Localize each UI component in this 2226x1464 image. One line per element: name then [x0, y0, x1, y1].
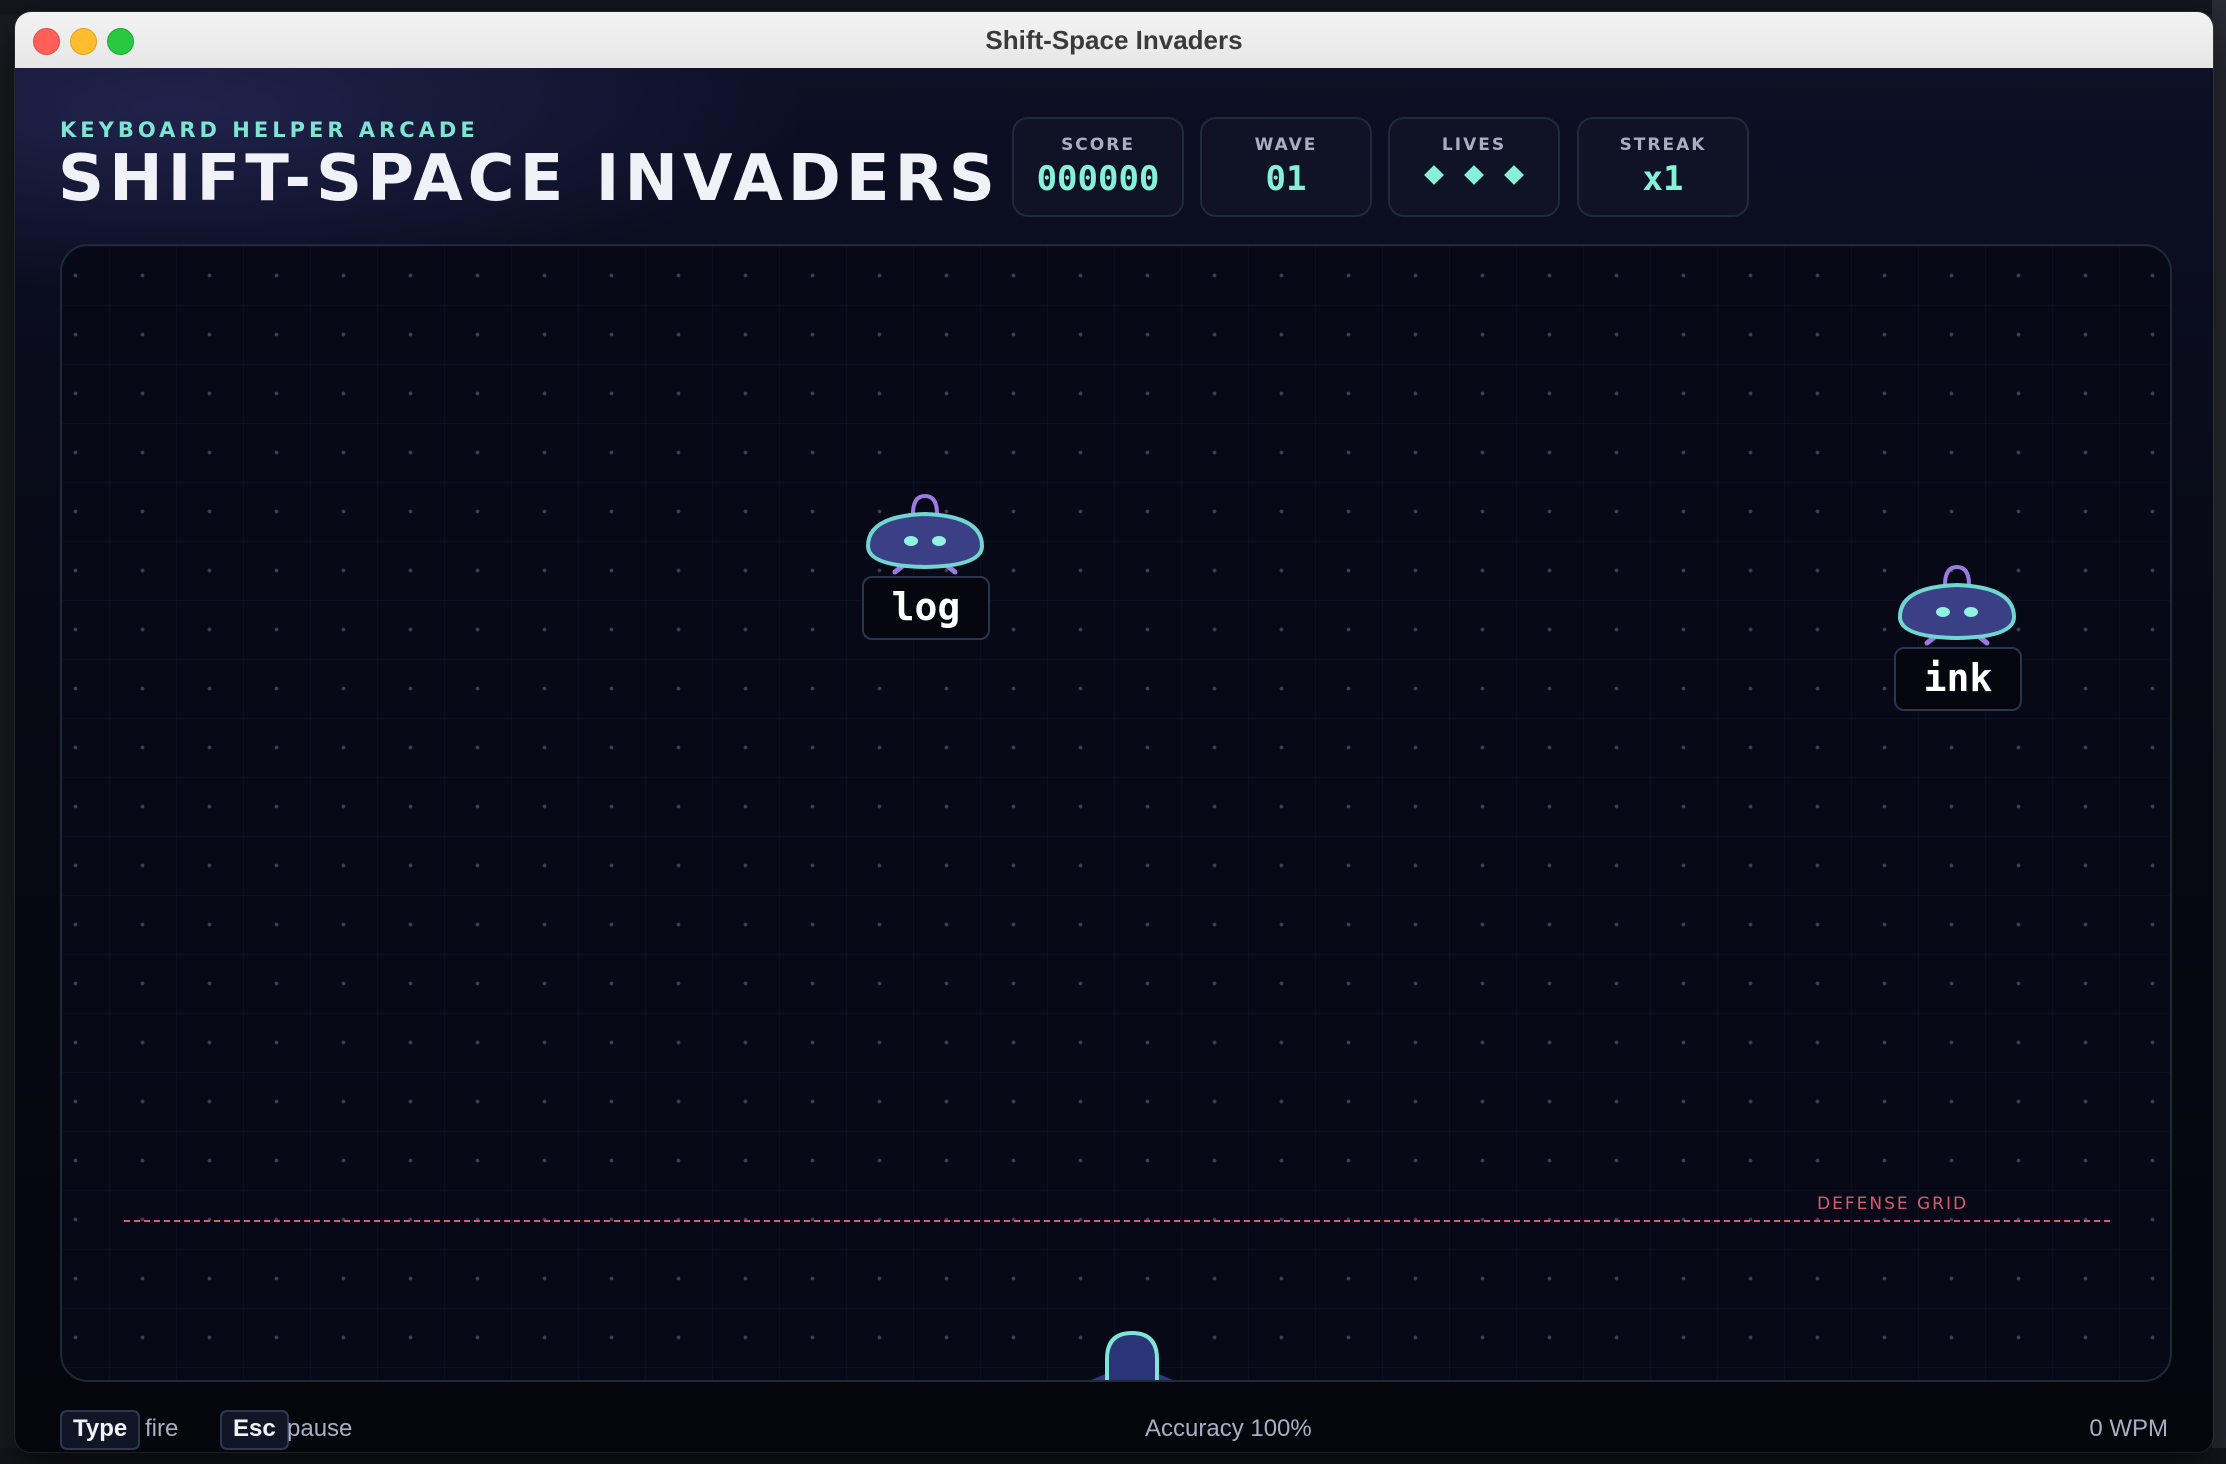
score-value: 000000 [1036, 159, 1160, 199]
score-panel: SCORE 000000 [1012, 117, 1184, 217]
invader-ship-icon [1897, 564, 2017, 646]
life-diamond-icon [1424, 165, 1444, 185]
header-kicker: KEYBOARD HELPER ARCADE [60, 118, 479, 142]
defense-grid-line [124, 1220, 2110, 1222]
playfield[interactable]: log ink DEFENSE GRID [60, 244, 2172, 1382]
pause-key-desc: pause [287, 1415, 353, 1442]
lives-label: LIVES [1441, 135, 1507, 155]
desktop-background-right [2212, 0, 2226, 1464]
player-ship-icon [1091, 1331, 1173, 1380]
life-diamond-icon [1504, 165, 1524, 185]
streak-value: x1 [1642, 159, 1684, 199]
wave-panel: WAVE 01 [1200, 117, 1372, 217]
window-titlebar[interactable]: Shift-Space Invaders [15, 12, 2213, 69]
wpm-readout: 0 WPM [2089, 1415, 2168, 1442]
fire-key-hint: Type [60, 1410, 141, 1450]
accuracy-readout: Accuracy 100% [1145, 1415, 1312, 1442]
wave-value: 01 [1265, 159, 1307, 199]
game-title: SHIFT-SPACE INVADERS [58, 142, 1000, 216]
game-app: KEYBOARD HELPER ARCADE SHIFT-SPACE INVAD… [15, 68, 2213, 1452]
invader: log [855, 486, 995, 640]
fire-key-desc: fire [145, 1415, 179, 1442]
streak-panel: STREAK x1 [1577, 117, 1749, 217]
lives-panel: LIVES [1388, 117, 1560, 217]
invader-word: log [862, 576, 990, 640]
invader-word: ink [1894, 647, 2022, 711]
footer-bar: Type fire Esc pause Accuracy 100% 0 WPM [15, 1410, 2213, 1450]
pause-key-hint: Esc [220, 1410, 289, 1450]
life-diamond-icon [1464, 165, 1484, 185]
invader-ship-icon [865, 493, 985, 575]
invader: ink [1887, 557, 2027, 711]
wave-label: WAVE [1254, 135, 1318, 155]
app-window: Shift-Space Invaders KEYBOARD HELPER ARC… [15, 12, 2213, 1452]
window-title: Shift-Space Invaders [985, 25, 1243, 55]
lives-indicator [1390, 165, 1558, 186]
streak-label: STREAK [1619, 135, 1707, 155]
defense-grid-label: DEFENSE GRID [1817, 1194, 1969, 1214]
score-label: SCORE [1061, 135, 1135, 155]
